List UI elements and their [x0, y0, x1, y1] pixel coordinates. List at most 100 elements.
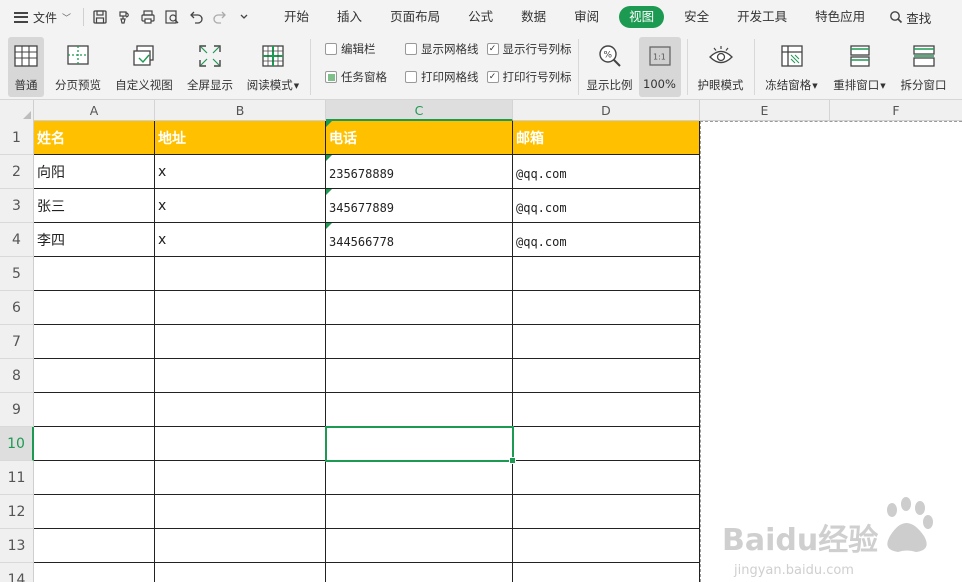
empty-cell[interactable] [34, 461, 155, 495]
table-cell[interactable]: @qq.com [513, 223, 700, 257]
active-cell-c10[interactable] [325, 426, 516, 464]
print-gridlines-checkbox[interactable]: 打印网格线 [405, 69, 479, 85]
empty-cell[interactable] [34, 359, 155, 393]
tab-insert[interactable]: 插入 [323, 6, 376, 28]
empty-cell[interactable] [34, 393, 155, 427]
undo-icon[interactable] [184, 5, 208, 29]
empty-cell[interactable] [34, 291, 155, 325]
table-cell[interactable]: @qq.com [513, 155, 700, 189]
empty-cell[interactable] [34, 427, 155, 461]
tab-developer[interactable]: 开发工具 [723, 6, 801, 28]
column-header-a[interactable]: A [34, 100, 155, 121]
column-header-f[interactable]: F [830, 100, 962, 121]
search-tab[interactable]: 查找 [879, 8, 941, 27]
empty-cell[interactable] [513, 495, 700, 529]
table-cell[interactable]: x [155, 155, 326, 189]
row-header-5[interactable]: 5 [0, 257, 34, 291]
eye-protection-button[interactable]: 护眼模式 [694, 37, 748, 97]
empty-cell[interactable] [155, 393, 326, 427]
column-header-c[interactable]: C [326, 100, 513, 121]
empty-cell[interactable] [34, 529, 155, 563]
column-header-e[interactable]: E [700, 100, 830, 121]
empty-cell[interactable] [326, 495, 513, 529]
arrange-windows-button[interactable]: 重排窗口▼ [829, 37, 891, 97]
row-header-3[interactable]: 3 [0, 189, 34, 223]
split-window-button[interactable]: 拆分窗口 [897, 37, 951, 97]
show-gridlines-checkbox[interactable]: 显示网格线 [405, 41, 479, 57]
empty-cell[interactable] [326, 257, 513, 291]
print-preview-icon[interactable] [160, 5, 184, 29]
row-header-10[interactable]: 10 [0, 427, 34, 461]
empty-cell[interactable] [34, 257, 155, 291]
row-header-11[interactable]: 11 [0, 461, 34, 495]
tab-home[interactable]: 开始 [270, 6, 323, 28]
empty-cell[interactable] [34, 325, 155, 359]
empty-cell[interactable] [155, 325, 326, 359]
row-header-2[interactable]: 2 [0, 155, 34, 189]
empty-cell[interactable] [513, 257, 700, 291]
tab-page-layout[interactable]: 页面布局 [376, 6, 454, 28]
table-cell[interactable]: 张三 [34, 189, 155, 223]
empty-cell[interactable] [513, 461, 700, 495]
table-cell[interactable]: @qq.com [513, 189, 700, 223]
empty-cell[interactable] [155, 359, 326, 393]
header-cell-b[interactable]: 地址 [155, 121, 326, 155]
empty-cell[interactable] [326, 393, 513, 427]
table-cell[interactable]: 344566778 [326, 223, 513, 257]
empty-cell[interactable] [513, 563, 700, 582]
hundred-percent-button[interactable]: 1:1 100% [638, 37, 681, 97]
empty-cell[interactable] [155, 427, 326, 461]
empty-cell[interactable] [513, 325, 700, 359]
row-header-1[interactable]: 1 [0, 121, 34, 155]
tab-security[interactable]: 安全 [670, 6, 723, 28]
empty-cell[interactable] [34, 563, 155, 582]
tab-formulas[interactable]: 公式 [454, 6, 507, 28]
normal-view-button[interactable]: 普通 [8, 37, 44, 97]
empty-cell[interactable] [326, 291, 513, 325]
tab-review[interactable]: 审阅 [560, 6, 613, 28]
redo-icon[interactable] [208, 5, 232, 29]
table-cell[interactable]: 向阳 [34, 155, 155, 189]
empty-cell[interactable] [513, 529, 700, 563]
row-header-8[interactable]: 8 [0, 359, 34, 393]
empty-cell[interactable] [326, 325, 513, 359]
empty-cell[interactable] [513, 291, 700, 325]
empty-cell[interactable] [155, 563, 326, 582]
column-header-d[interactable]: D [513, 100, 700, 121]
tab-view[interactable]: 视图 [619, 6, 665, 28]
row-header-14[interactable]: 14 [0, 563, 34, 582]
row-header-9[interactable]: 9 [0, 393, 34, 427]
row-header-12[interactable]: 12 [0, 495, 34, 529]
header-cell-a[interactable]: 姓名 [34, 121, 155, 155]
select-all-corner[interactable] [0, 100, 34, 121]
reading-mode-button[interactable]: 阅读模式▼ [242, 37, 304, 97]
header-cell-c[interactable]: 电话 [326, 121, 513, 155]
table-cell[interactable]: x [155, 223, 326, 257]
empty-cell[interactable] [155, 461, 326, 495]
empty-cell[interactable] [513, 427, 700, 461]
row-header-7[interactable]: 7 [0, 325, 34, 359]
formula-bar-checkbox[interactable]: 编辑栏 [325, 41, 387, 57]
print-headers-checkbox[interactable]: ✓ 打印行号列标 [486, 69, 572, 85]
empty-cell[interactable] [155, 291, 326, 325]
row-header-4[interactable]: 4 [0, 223, 34, 257]
empty-cell[interactable] [326, 359, 513, 393]
save-icon[interactable] [88, 5, 112, 29]
file-menu[interactable]: 文件 ﹀ [0, 0, 79, 34]
empty-cell[interactable] [326, 461, 513, 495]
page-break-preview-button[interactable]: 分页预览 [50, 37, 106, 97]
task-pane-checkbox[interactable]: 任务窗格 [325, 69, 387, 85]
column-header-b[interactable]: B [155, 100, 326, 121]
format-painter-icon[interactable] [112, 5, 136, 29]
row-header-13[interactable]: 13 [0, 529, 34, 563]
quick-access-dropdown-icon[interactable] [232, 5, 256, 29]
print-icon[interactable] [136, 5, 160, 29]
table-cell[interactable]: 235678889 [326, 155, 513, 189]
empty-cell[interactable] [155, 529, 326, 563]
tab-data[interactable]: 数据 [507, 6, 560, 28]
freeze-panes-button[interactable]: 冻结窗格▼ [761, 37, 823, 97]
empty-cell[interactable] [513, 393, 700, 427]
full-screen-button[interactable]: 全屏显示 [182, 37, 238, 97]
table-cell[interactable]: 李四 [34, 223, 155, 257]
empty-cell[interactable] [155, 257, 326, 291]
